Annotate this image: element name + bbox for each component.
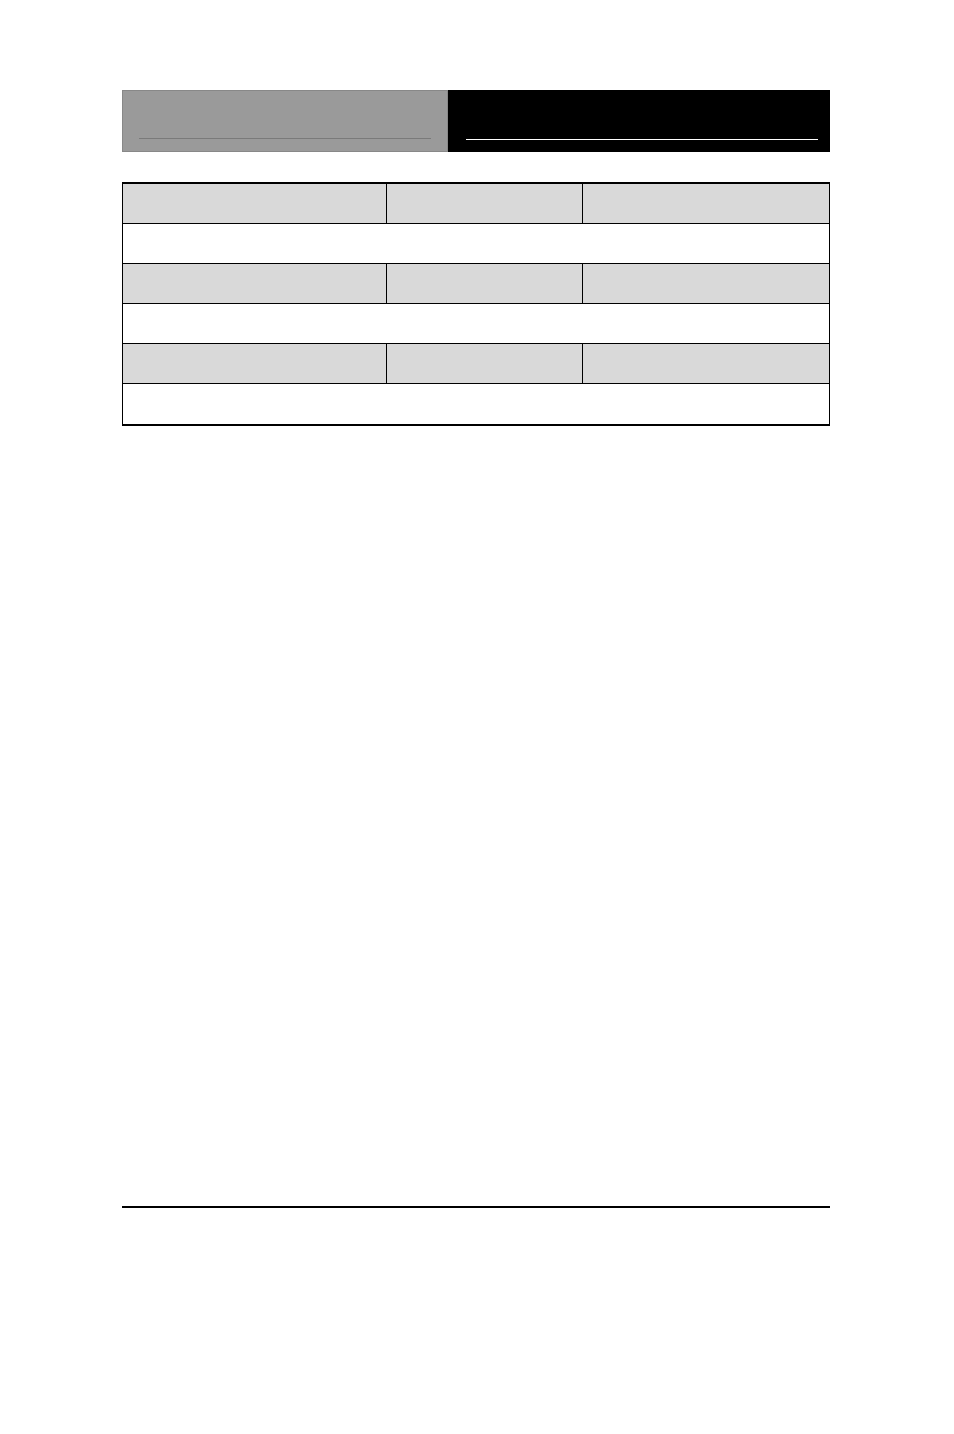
table-header-cell <box>123 264 387 304</box>
table-body-cell <box>123 384 829 424</box>
table-header-cell <box>123 184 387 224</box>
page <box>0 0 954 1434</box>
table-header-cell <box>123 344 387 384</box>
table-header-cell <box>583 184 829 224</box>
page-header-band <box>122 90 830 152</box>
table-body-cell <box>123 304 829 344</box>
table-row <box>123 304 829 344</box>
table-row <box>123 184 829 224</box>
header-right-panel <box>448 90 830 152</box>
table-body-cell <box>123 224 829 264</box>
table-header-cell <box>387 344 583 384</box>
footer-divider <box>122 1206 830 1208</box>
header-left-panel <box>122 90 448 152</box>
table-header-cell <box>387 264 583 304</box>
table-header-cell <box>387 184 583 224</box>
table-header-cell <box>583 344 829 384</box>
table-header-cell <box>583 264 829 304</box>
data-table <box>122 182 830 426</box>
table-row <box>123 344 829 384</box>
table-row <box>123 224 829 264</box>
table-row <box>123 264 829 304</box>
table-row <box>123 384 829 424</box>
